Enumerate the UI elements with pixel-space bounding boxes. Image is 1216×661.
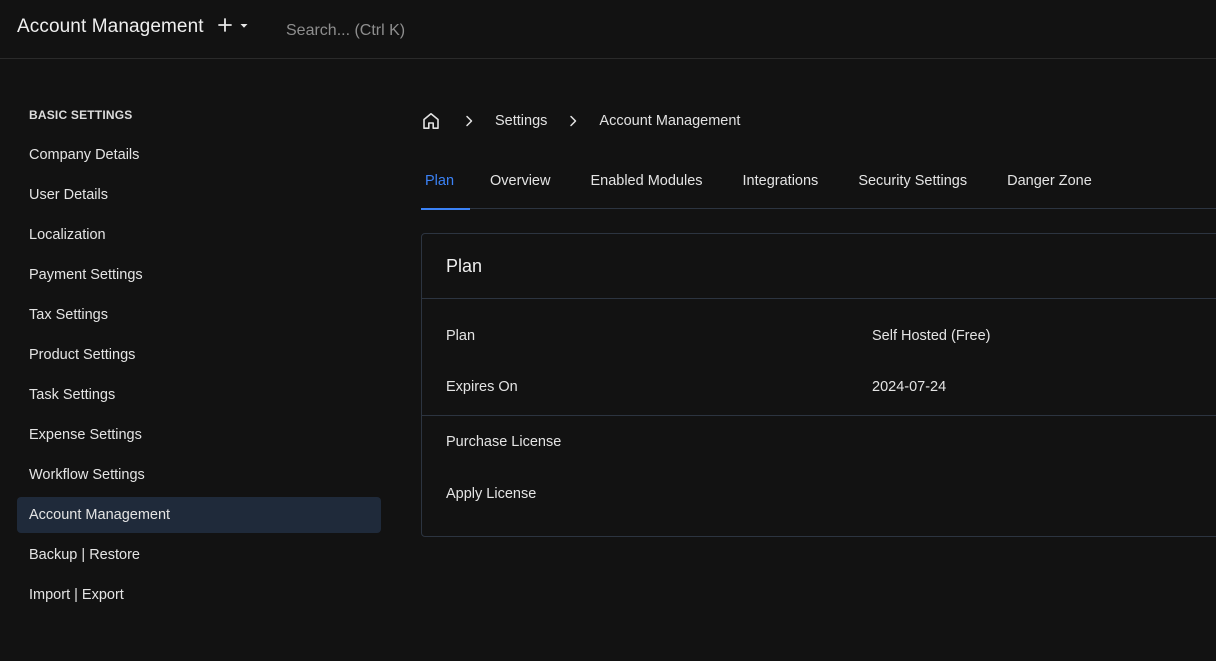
- sidebar-item-expense-settings[interactable]: Expense Settings: [17, 417, 381, 453]
- app-title: Account Management: [17, 16, 204, 37]
- plan-value: Self Hosted (Free): [872, 328, 991, 344]
- plus-icon[interactable]: [218, 18, 232, 32]
- sidebar-item-product-settings[interactable]: Product Settings: [17, 337, 381, 373]
- breadcrumb: Settings Account Management: [421, 108, 740, 134]
- plan-label: Plan: [446, 328, 476, 344]
- create-menu-button[interactable]: [218, 18, 249, 32]
- sidebar-item-tax-settings[interactable]: Tax Settings: [17, 297, 381, 333]
- settings-sidebar: BASIC SETTINGS Company Details User Deta…: [17, 100, 381, 617]
- tab-plan[interactable]: Plan: [421, 163, 471, 210]
- expires-row: Expires On 2024-07-24: [422, 359, 1216, 416]
- top-bar: Account Management: [0, 0, 1216, 59]
- expires-label: Expires On: [446, 379, 518, 395]
- sidebar-item-company-details[interactable]: Company Details: [17, 137, 381, 173]
- card-title: Plan: [422, 234, 1216, 299]
- breadcrumb-item-settings[interactable]: Settings: [495, 113, 547, 129]
- sidebar-item-workflow-settings[interactable]: Workflow Settings: [17, 457, 381, 493]
- caret-down-icon[interactable]: [239, 21, 249, 31]
- purchase-license-link[interactable]: Purchase License: [422, 416, 1216, 468]
- tab-integrations[interactable]: Integrations: [723, 163, 839, 209]
- sidebar-item-payment-settings[interactable]: Payment Settings: [17, 257, 381, 293]
- sidebar-item-user-details[interactable]: User Details: [17, 177, 381, 213]
- sidebar-item-localization[interactable]: Localization: [17, 217, 381, 253]
- tab-danger-zone[interactable]: Danger Zone: [987, 163, 1112, 209]
- sidebar-list: Company Details User Details Localizatio…: [17, 137, 381, 613]
- tab-enabled-modules[interactable]: Enabled Modules: [570, 163, 722, 209]
- plan-row: Plan Self Hosted (Free): [422, 299, 1216, 359]
- plan-card: Plan Plan Self Hosted (Free) Expires On …: [421, 233, 1216, 537]
- sidebar-heading: BASIC SETTINGS: [29, 108, 133, 122]
- apply-license-link[interactable]: Apply License: [422, 468, 1216, 520]
- chevron-right-icon: [570, 115, 577, 127]
- search-input[interactable]: [276, 17, 516, 45]
- settings-tabs: Plan Overview Enabled Modules Integratio…: [421, 163, 1216, 210]
- sidebar-item-task-settings[interactable]: Task Settings: [17, 377, 381, 413]
- expires-value: 2024-07-24: [872, 379, 947, 395]
- tab-security-settings[interactable]: Security Settings: [838, 163, 987, 209]
- sidebar-item-account-management[interactable]: Account Management: [17, 497, 381, 533]
- breadcrumb-item-account-management[interactable]: Account Management: [599, 113, 740, 129]
- tab-overview[interactable]: Overview: [470, 163, 570, 209]
- sidebar-item-backup-restore[interactable]: Backup | Restore: [17, 537, 381, 573]
- sidebar-item-import-export[interactable]: Import | Export: [17, 577, 381, 613]
- home-icon[interactable]: [421, 111, 441, 131]
- chevron-right-icon: [466, 115, 473, 127]
